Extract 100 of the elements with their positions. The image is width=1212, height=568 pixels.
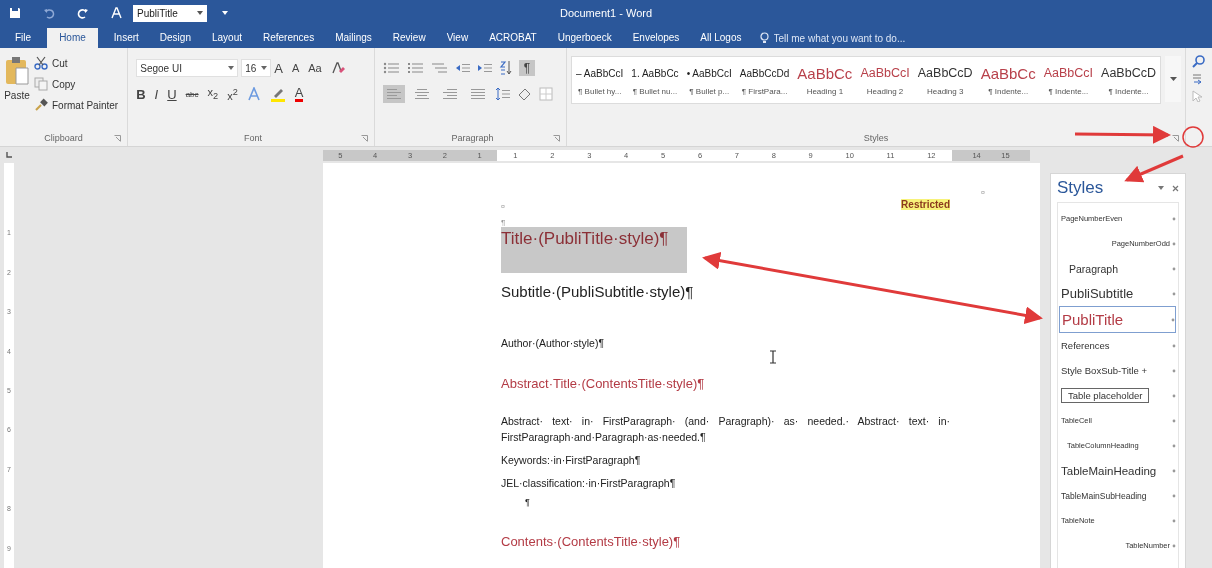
group-label: Clipboard <box>44 133 83 143</box>
style-list-item[interactable]: Table placeholder <box>1061 383 1176 408</box>
font-color-button[interactable]: A <box>294 86 304 102</box>
clipboard-icon <box>4 56 30 86</box>
style-type-icon <box>1172 343 1176 348</box>
ribbon-tab[interactable]: ACROBAT <box>480 28 546 48</box>
style-dropdown[interactable]: PubliTitle <box>133 4 207 22</box>
ribbon-tab[interactable]: Mailings <box>326 28 381 48</box>
font-size-field[interactable]: 16 <box>241 59 272 77</box>
align-button[interactable] <box>382 85 405 103</box>
alignment-icon <box>442 88 457 100</box>
alignment-icon <box>470 88 485 100</box>
tell-me-field[interactable]: Tell me what you want to do... <box>759 28 936 48</box>
style-type-icon <box>1172 368 1176 373</box>
ribbon-tab[interactable]: Ungerboeck <box>548 28 621 48</box>
ribbon-tab[interactable]: Home <box>47 28 98 48</box>
highlighter-icon[interactable] <box>269 86 286 102</box>
ribbon-tab[interactable]: References <box>254 28 324 48</box>
increase-indent-icon[interactable] <box>476 61 493 75</box>
sort-icon[interactable] <box>498 60 513 76</box>
style-gallery-item[interactable]: AaBbCcI ¶ Indente... <box>1039 57 1098 103</box>
document-subtitle: Subtitle·(PubliSubtitle·style)¶ <box>501 283 695 300</box>
document-paragraph: Keywords:·in·FirstParagraph¶ <box>501 453 642 468</box>
clear-formatting-icon[interactable] <box>330 61 345 75</box>
select-icon[interactable] <box>1192 90 1202 102</box>
document-title: Title·(PubliTitle·style)¶ <box>501 227 687 273</box>
styles-icon[interactable] <box>111 7 123 19</box>
style-list-item[interactable]: TableMainHeading <box>1061 458 1176 483</box>
customize-caret-icon[interactable] <box>221 10 229 16</box>
style-gallery-item[interactable]: – AaBbCcI ¶ Bullet hy... <box>572 57 628 103</box>
text-effects-icon[interactable] <box>246 87 261 101</box>
ribbon-tab[interactable]: Review <box>383 28 435 48</box>
style-list-item[interactable]: PubliTitle <box>1059 306 1176 333</box>
style-gallery-item[interactable]: AaBbCcD ¶ Indente... <box>1097 57 1160 103</box>
replace-icon[interactable] <box>1192 72 1202 86</box>
style-type-icon <box>1172 393 1176 398</box>
grow-font-button[interactable]: A <box>274 60 283 76</box>
style-list-item[interactable]: Paragraph <box>1061 256 1176 281</box>
ribbon-tab[interactable]: Envelopes <box>623 28 689 48</box>
document-paragraph: Author·(Author·style)¶ <box>501 337 606 349</box>
underline-button[interactable]: U <box>167 86 177 102</box>
style-gallery-item[interactable]: AaBbCcD Heading 3 <box>913 57 977 103</box>
copy-button[interactable]: Copy <box>34 75 119 93</box>
italic-button[interactable]: I <box>154 86 159 102</box>
redo-icon[interactable] <box>77 7 89 19</box>
classification-label: Restricted <box>901 199 950 210</box>
multilevel-list-icon[interactable] <box>430 61 449 75</box>
save-icon[interactable] <box>9 7 21 19</box>
style-list-item[interactable]: References <box>1061 333 1176 358</box>
style-list-item[interactable]: Style BoxSub-Title + <box>1061 358 1176 383</box>
close-icon[interactable] <box>1172 184 1179 192</box>
line-spacing-icon[interactable] <box>494 87 511 101</box>
style-type-icon <box>1172 418 1176 423</box>
numbering-icon[interactable] <box>406 61 425 75</box>
style-gallery-item[interactable]: • AaBbCcI ¶ Bullet p... <box>682 57 736 103</box>
style-gallery-item[interactable]: AaBbCc Heading 1 <box>793 57 857 103</box>
change-case-button[interactable]: Aa <box>308 62 322 74</box>
style-list-item[interactable]: TableMainSubHeading <box>1061 483 1176 508</box>
ribbon-tab[interactable]: View <box>437 28 478 48</box>
group-label: Paragraph <box>451 133 494 143</box>
style-gallery-item[interactable]: AaBbCcI Heading 2 <box>856 57 914 103</box>
dialog-launcher-icon[interactable] <box>553 134 561 142</box>
style-gallery-item[interactable]: AaBbCcDd ¶ FirstPara... <box>735 57 794 103</box>
caret-icon <box>197 11 203 15</box>
gallery-more-button[interactable] <box>1165 56 1181 102</box>
style-gallery-item[interactable]: 1. AaBbCc ¶ Bullet nu... <box>627 57 683 103</box>
show-marks-button[interactable]: ¶ <box>518 60 536 76</box>
group-label: Styles <box>863 133 889 143</box>
ribbon-tab[interactable]: Insert <box>104 28 148 48</box>
style-list-item[interactable]: PubliSubtitle <box>1061 281 1176 306</box>
dialog-launcher-icon[interactable] <box>360 134 368 142</box>
format-painter-button[interactable]: Format Painter <box>34 96 119 114</box>
document-heading: Contents·(ContentsTitle·style)¶ <box>501 534 682 549</box>
shrink-font-button[interactable]: A <box>291 62 300 74</box>
tab-selector-icon[interactable] <box>4 150 14 160</box>
ribbon-tab[interactable]: File <box>6 28 41 48</box>
ribbon-tab[interactable]: Design <box>150 28 200 48</box>
style-gallery-item[interactable]: AaBbCc ¶ Indente... <box>976 57 1040 103</box>
undo-icon[interactable] <box>43 7 55 19</box>
ribbon-tab[interactable]: All Logos <box>691 28 751 48</box>
bold-button[interactable]: B <box>136 86 146 102</box>
superscript-button[interactable]: x$^{2}$ <box>227 86 238 102</box>
strikethrough-button[interactable]: abc <box>185 89 199 99</box>
window-title: Document1 - Word <box>559 7 653 19</box>
subscript-button[interactable]: x$_{2}$ <box>207 86 219 102</box>
ribbon-tab[interactable]: Layout <box>202 28 251 48</box>
document-heading: Abstract·Title·(ContentsTitle·style)¶ <box>501 376 706 391</box>
search-icon[interactable] <box>1192 54 1206 68</box>
dialog-launcher-icon[interactable] <box>1172 134 1179 142</box>
bullets-icon[interactable] <box>382 61 401 75</box>
paintbrush-icon <box>34 98 48 112</box>
cut-button[interactable]: Cut <box>34 54 119 72</box>
pane-title: Styles <box>1057 178 1105 198</box>
font-family-field[interactable]: Segoe UI <box>136 59 239 77</box>
decrease-indent-icon[interactable] <box>454 61 471 75</box>
dialog-launcher-icon[interactable] <box>114 134 122 142</box>
paste-button[interactable]: Paste <box>4 52 30 130</box>
paragraph-mark: ¶ <box>501 218 507 227</box>
pane-options-icon[interactable] <box>1158 186 1164 190</box>
caret-icon <box>228 66 235 70</box>
